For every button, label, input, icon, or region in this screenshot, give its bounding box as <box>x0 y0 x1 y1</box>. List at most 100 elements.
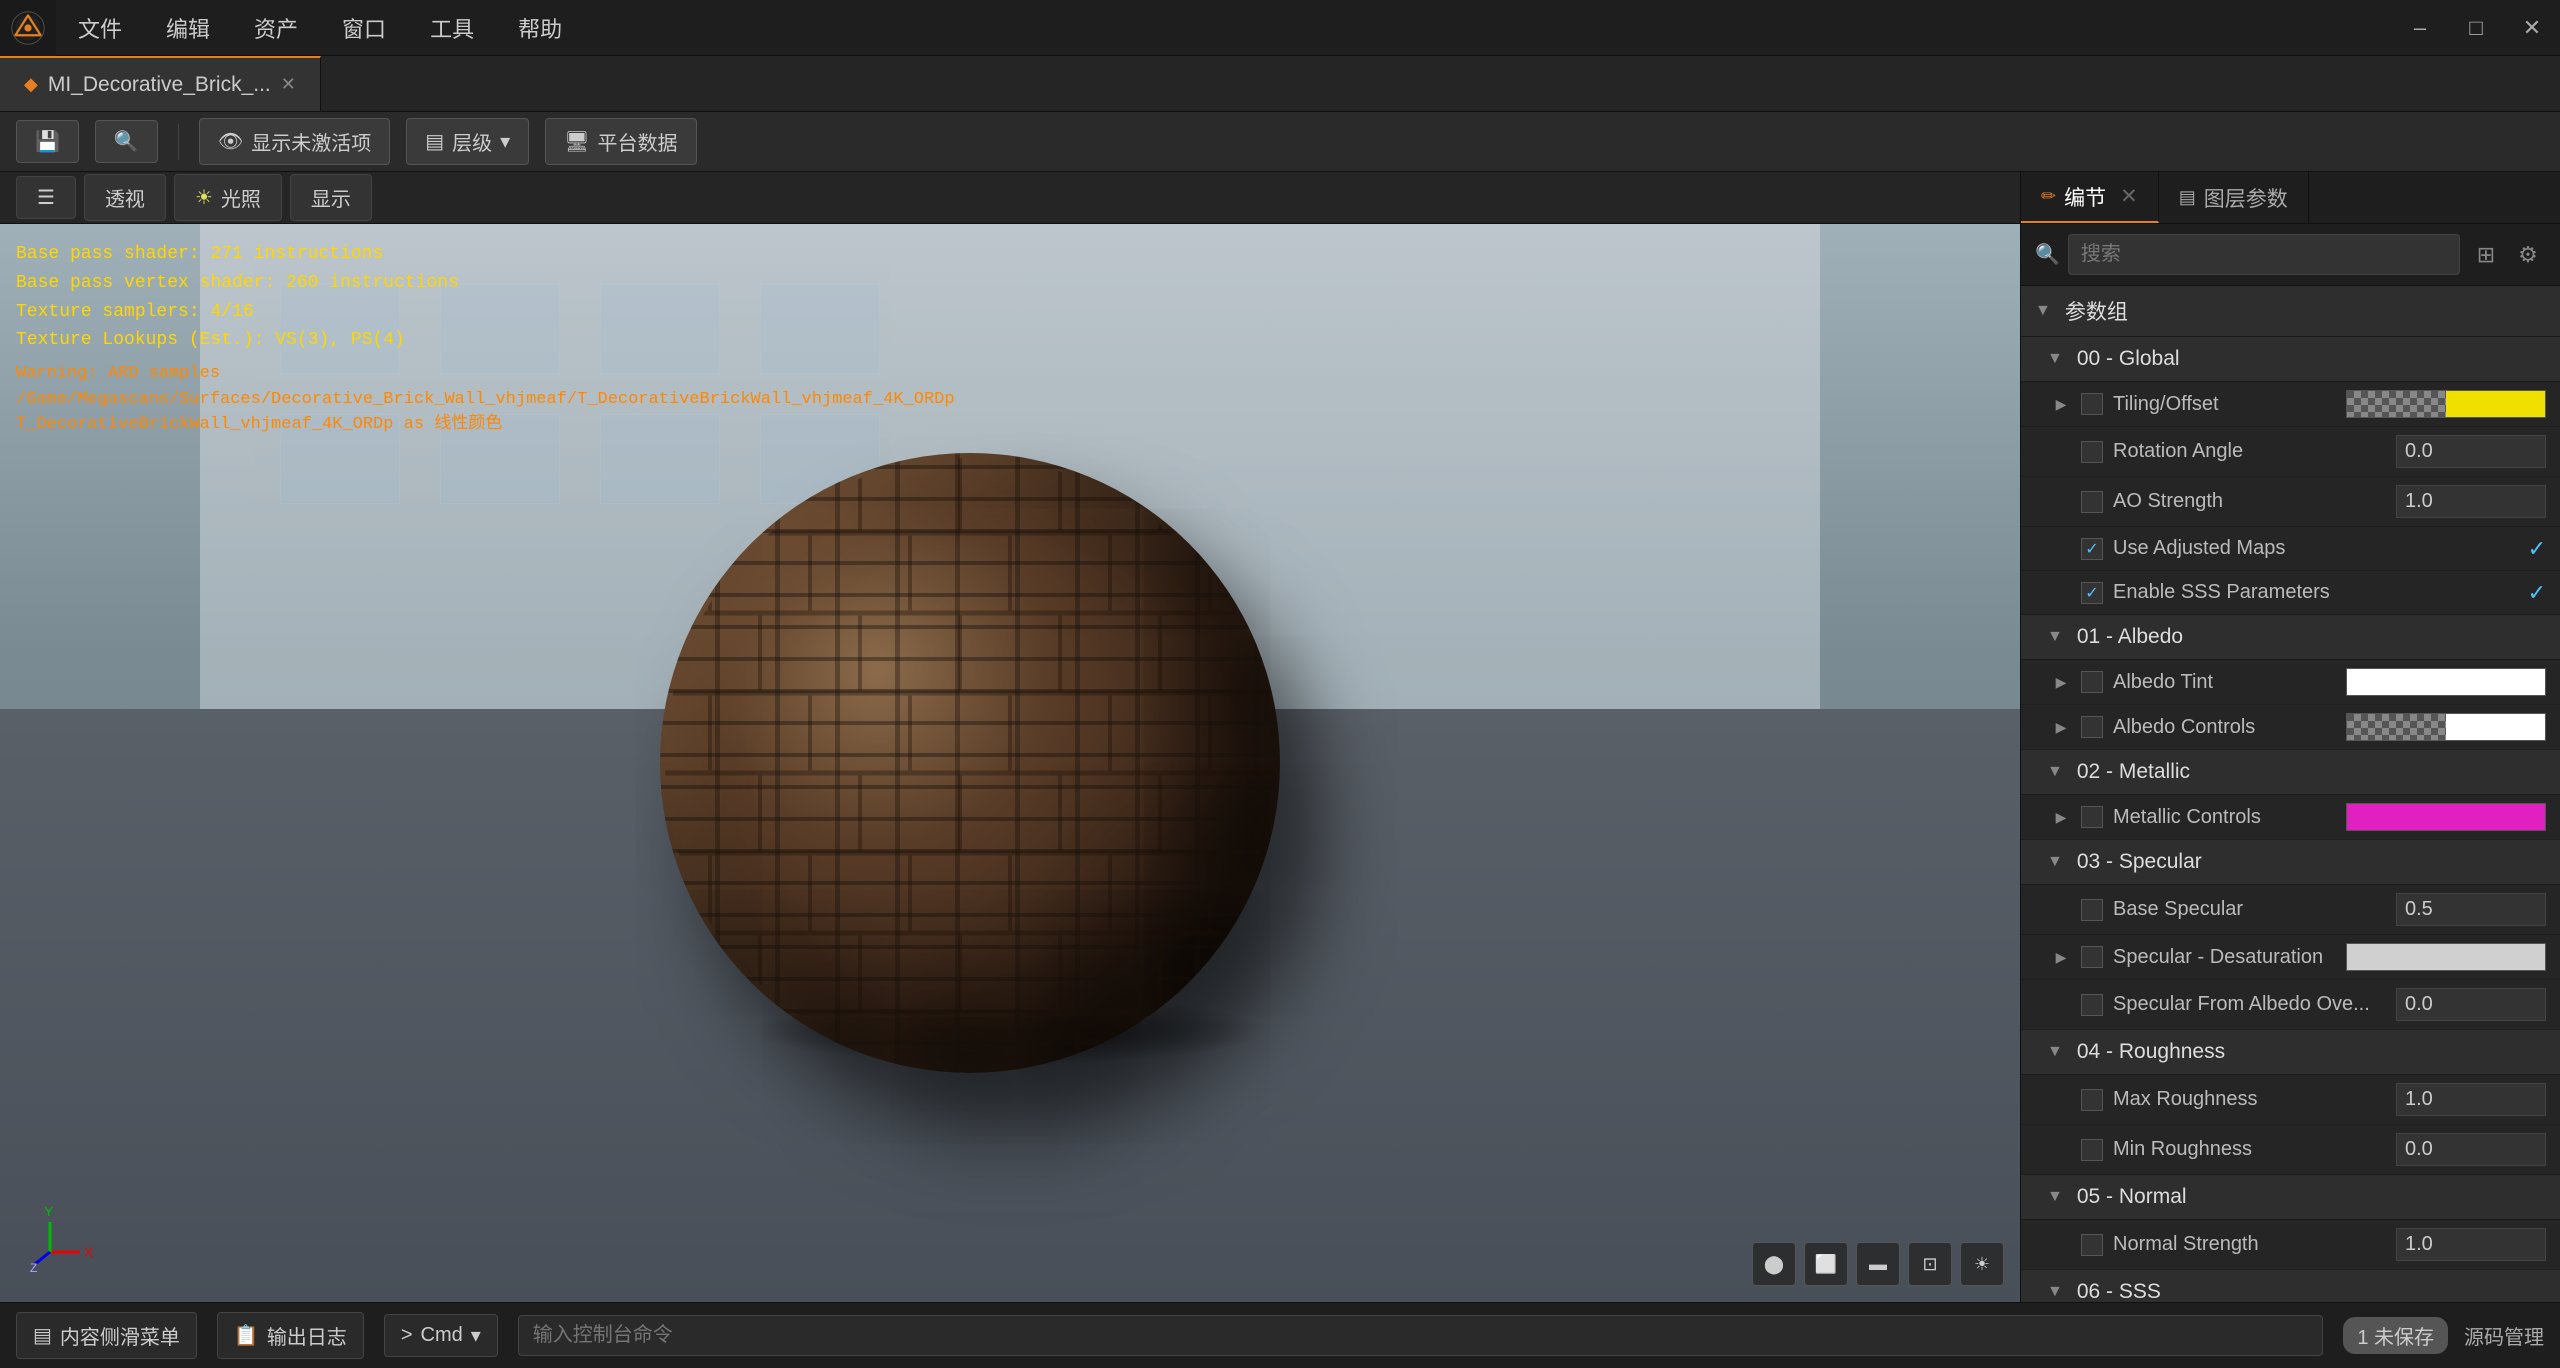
perspective-button[interactable]: 透视 <box>84 174 166 221</box>
roughness-section-header[interactable]: ▼ 04 - Roughness <box>2021 1030 2560 1075</box>
close-button[interactable]: ✕ <box>2504 0 2560 56</box>
metallic-checkbox[interactable] <box>2081 806 2103 828</box>
platform-button[interactable]: 🖥 平台数据 <box>545 118 696 165</box>
ao-value-area[interactable]: 1.0 <box>2396 485 2546 518</box>
normal-strength-value[interactable]: 1.0 <box>2396 1228 2546 1261</box>
max-roughness-row: Max Roughness 1.0 <box>2021 1075 2560 1125</box>
settings-icon[interactable]: ⚙ <box>2510 237 2546 273</box>
sss-params-label: Enable SSS Parameters <box>2113 581 2518 604</box>
tiling-checkbox[interactable] <box>2081 393 2103 415</box>
metallic-expand-icon[interactable]: ▶ <box>2051 807 2071 827</box>
display-inactive-button[interactable]: 👁 显示未激活项 <box>199 118 390 165</box>
editor-tab-close[interactable]: ✕ <box>2120 184 2138 209</box>
specular-section-header[interactable]: ▼ 03 - Specular <box>2021 840 2560 885</box>
spec-albedo-checkbox[interactable] <box>2081 994 2103 1016</box>
max-roughness-value[interactable]: 1.0 <box>2396 1083 2546 1116</box>
base-specular-checkbox[interactable] <box>2081 899 2103 921</box>
tab-editor[interactable]: ✏ 编节 ✕ <box>2021 172 2159 223</box>
albedo-tint-checkbox[interactable] <box>2081 671 2103 693</box>
albedo-tint-expand-icon[interactable]: ▶ <box>2051 672 2071 692</box>
viewport[interactable]: Base pass shader: 271 instructions Base … <box>0 224 2020 1302</box>
albedo-ctrl-checker <box>2347 714 2446 740</box>
hamburger-button[interactable]: ☰ <box>16 176 76 219</box>
tab-layer-params[interactable]: ▤ 图层参数 <box>2159 172 2309 223</box>
browse-button[interactable]: 🔍 <box>95 120 158 163</box>
menu-edit[interactable]: 编辑 <box>144 0 232 55</box>
layers-button[interactable]: ▤ 层级 ▾ <box>406 118 529 165</box>
albedo-section-header[interactable]: ▼ 01 - Albedo <box>2021 615 2560 660</box>
spec-albedo-value-area[interactable]: 0.0 <box>2396 988 2546 1021</box>
global-arrow-icon: ▼ <box>2047 350 2063 368</box>
specular-desat-color-bar[interactable] <box>2346 943 2546 971</box>
menu-assets[interactable]: 资产 <box>232 0 320 55</box>
rotation-value-area[interactable]: 0.0 <box>2396 435 2546 468</box>
params-group-header[interactable]: ▼ 参数组 <box>2021 286 2560 337</box>
base-specular-value[interactable]: 0.5 <box>2396 893 2546 926</box>
search-input[interactable] <box>2068 234 2460 275</box>
adjusted-maps-checkbox[interactable]: ✓ <box>2081 538 2103 560</box>
menu-tools[interactable]: 工具 <box>408 0 496 55</box>
sss-params-check-icon: ✓ <box>2528 580 2546 606</box>
ao-value[interactable]: 1.0 <box>2396 485 2546 518</box>
right-panel: ✏ 编节 ✕ ▤ 图层参数 🔍 ⊞ ⚙ ▼ 参数组 ▼ 00 - Global <box>2020 172 2560 1368</box>
sphere-preview-button[interactable]: ⬤ <box>1752 1242 1796 1286</box>
albedo-ctrl-expand-icon[interactable]: ▶ <box>2051 717 2071 737</box>
cylinder-preview-button[interactable]: ⬜ <box>1804 1242 1848 1286</box>
layer-params-tab-label: 图层参数 <box>2204 183 2288 213</box>
normal-strength-value-area[interactable]: 1.0 <box>2396 1228 2546 1261</box>
ao-checkbox[interactable] <box>2081 491 2103 513</box>
albedo-ctrl-value[interactable] <box>2346 713 2546 741</box>
menu-help[interactable]: 帮助 <box>496 0 584 55</box>
rotation-checkbox[interactable] <box>2081 441 2103 463</box>
normal-section-header[interactable]: ▼ 05 - Normal <box>2021 1175 2560 1220</box>
tab-material[interactable]: ◆ MI_Decorative_Brick_... ✕ <box>0 56 321 111</box>
content-browser-button[interactable]: ▤ 内容侧滑菜单 <box>16 1312 197 1359</box>
maximize-button[interactable]: □ <box>2448 0 2504 56</box>
content-browser-icon: ▤ <box>33 1323 52 1348</box>
specular-desat-expand-icon[interactable]: ▶ <box>2051 947 2071 967</box>
output-log-button[interactable]: 📋 输出日志 <box>217 1312 364 1359</box>
specular-desat-value[interactable] <box>2346 943 2546 971</box>
metallic-section-header[interactable]: ▼ 02 - Metallic <box>2021 750 2560 795</box>
menu-file[interactable]: 文件 <box>56 0 144 55</box>
material-sphere <box>660 453 1280 1073</box>
tab-close-button[interactable]: ✕ <box>281 74 296 95</box>
plane-preview-button[interactable]: ▬ <box>1856 1242 1900 1286</box>
min-roughness-checkbox[interactable] <box>2081 1139 2103 1161</box>
grid-view-button[interactable]: ⊞ <box>2468 237 2504 273</box>
right-panel-tabs: ✏ 编节 ✕ ▤ 图层参数 <box>2021 172 2560 224</box>
global-section-header[interactable]: ▼ 00 - Global <box>2021 337 2560 382</box>
toggle-button-2[interactable]: ☀ <box>1960 1242 2004 1286</box>
roughness-section-label: 04 - Roughness <box>2077 1040 2225 1064</box>
metallic-value[interactable] <box>2346 803 2546 831</box>
min-roughness-value[interactable]: 0.0 <box>2396 1133 2546 1166</box>
albedo-ctrl-color-bar[interactable] <box>2346 713 2546 741</box>
save-button[interactable]: 💾 <box>16 120 79 163</box>
min-roughness-value-area[interactable]: 0.0 <box>2396 1133 2546 1166</box>
max-roughness-value-area[interactable]: 1.0 <box>2396 1083 2546 1116</box>
sss-arrow-icon: ▼ <box>2047 1283 2063 1301</box>
metallic-label: Metallic Controls <box>2113 806 2336 829</box>
minimize-button[interactable]: – <box>2392 0 2448 56</box>
console-input[interactable] <box>518 1315 2324 1356</box>
metallic-color-bar[interactable] <box>2346 803 2546 831</box>
tiling-expand-icon[interactable]: ▶ <box>2051 394 2071 414</box>
menu-window[interactable]: 窗口 <box>320 0 408 55</box>
albedo-tint-color-bar[interactable] <box>2346 668 2546 696</box>
sphere-container <box>660 453 1280 1073</box>
toggle-button-1[interactable]: ⊡ <box>1908 1242 1952 1286</box>
lighting-button[interactable]: ☀ 光照 <box>174 174 282 221</box>
sss-params-checkbox[interactable]: ✓ <box>2081 582 2103 604</box>
source-mgmt-label[interactable]: 源码管理 <box>2464 1321 2544 1350</box>
normal-checkbox[interactable] <box>2081 1234 2103 1256</box>
base-specular-value-area[interactable]: 0.5 <box>2396 893 2546 926</box>
albedo-ctrl-checkbox[interactable] <box>2081 716 2103 738</box>
cmd-button[interactable]: > Cmd ▾ <box>384 1314 498 1357</box>
rotation-value[interactable]: 0.0 <box>2396 435 2546 468</box>
max-roughness-checkbox[interactable] <box>2081 1089 2103 1111</box>
albedo-tint-value[interactable] <box>2346 668 2546 696</box>
tiling-color-bar[interactable] <box>2346 390 2546 418</box>
show-button[interactable]: 显示 <box>290 174 372 221</box>
spec-albedo-value[interactable]: 0.0 <box>2396 988 2546 1021</box>
specular-desat-checkbox[interactable] <box>2081 946 2103 968</box>
